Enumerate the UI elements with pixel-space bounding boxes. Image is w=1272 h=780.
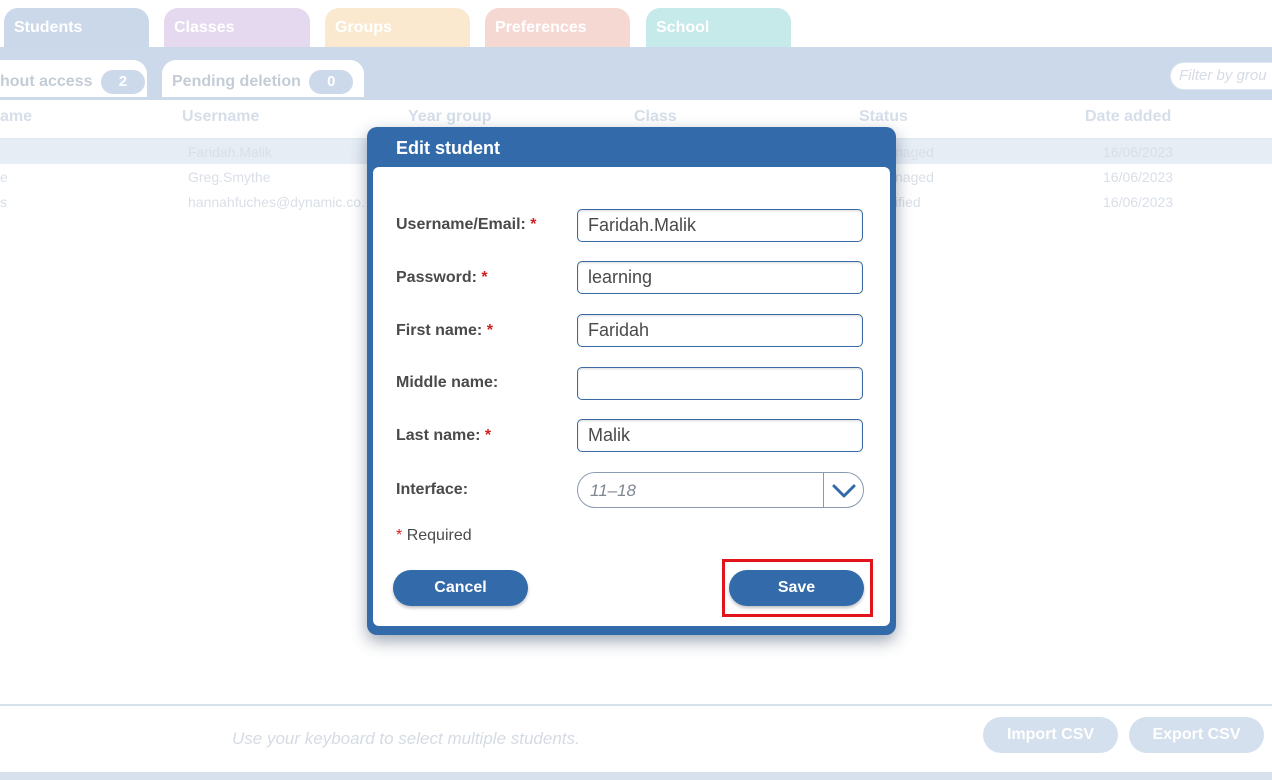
cell-date: 16/06/2023 [1103, 194, 1174, 210]
cell-status: naged [895, 144, 934, 160]
interface-select[interactable]: 11–18 [577, 472, 864, 508]
password-input[interactable] [577, 261, 863, 294]
middle-name-input[interactable] [577, 367, 863, 400]
keyboard-hint: Use your keyboard to select multiple stu… [232, 729, 580, 748]
password-label: Password: * [396, 269, 488, 287]
cell-status: ified [895, 194, 921, 210]
save-button-highlight [722, 559, 873, 617]
tab-groups[interactable]: Groups [325, 8, 470, 48]
filter-input[interactable]: Filter by grou [1170, 62, 1272, 90]
required-asterisk: * [396, 527, 403, 544]
column-header-class[interactable]: Class [634, 108, 677, 126]
first-name-label: First name: * [396, 322, 493, 340]
column-header-date-added[interactable]: Date added [1085, 108, 1171, 126]
count-badge: 2 [100, 70, 145, 94]
required-note: * Required [396, 527, 472, 545]
interface-label: Interface: [396, 481, 469, 498]
import-csv-button[interactable]: Import CSV [983, 717, 1118, 753]
cell-status: naged [895, 169, 934, 185]
dialog-title: Edit student [396, 138, 500, 158]
middle-name-label-text: Middle name: [396, 374, 499, 391]
subtab-label: hout access [0, 73, 93, 90]
column-header-year-group[interactable]: Year group [408, 108, 492, 126]
required-asterisk: * [486, 322, 493, 339]
cell-username: Greg.Smythe [188, 169, 271, 185]
column-header-username[interactable]: Username [182, 108, 259, 126]
interface-selected-value: 11–18 [590, 481, 637, 500]
subtab-without-access[interactable]: hout access 2 [0, 60, 147, 97]
required-asterisk: * [530, 216, 537, 233]
footer-divider [0, 704, 1272, 706]
cell-name: e [0, 169, 8, 185]
bottom-strip [0, 772, 1272, 780]
cell-date: 16/06/2023 [1103, 169, 1174, 185]
last-name-input[interactable] [577, 419, 863, 452]
required-asterisk: * [484, 427, 492, 444]
middle-name-label: Middle name: [396, 374, 498, 392]
column-header-status[interactable]: Status [859, 108, 908, 126]
tab-preferences[interactable]: Preferences [485, 8, 630, 48]
dialog-body: Username/Email: * Password: * First name… [373, 167, 890, 626]
required-note-text: Required [406, 527, 472, 544]
cell-username: hannahfuches@dynamic.co. [188, 194, 365, 210]
subtab-label: Pending deletion [172, 73, 301, 90]
column-header-name[interactable]: ame [0, 108, 32, 126]
required-asterisk: * [481, 269, 488, 286]
chevron-down-icon[interactable] [823, 473, 863, 507]
cell-username: Faridah.Malik [188, 144, 273, 160]
username-label-text: Username/Email: [396, 216, 526, 233]
subtab-pending-deletion[interactable]: Pending deletion 0 [162, 60, 364, 97]
cell-name: s [0, 194, 7, 210]
cancel-button[interactable]: Cancel [393, 570, 528, 606]
tab-classes[interactable]: Classes [164, 8, 310, 48]
cell-date: 16/06/2023 [1103, 144, 1174, 160]
username-label: Username/Email: * [396, 216, 537, 234]
tab-students[interactable]: Students [4, 8, 149, 48]
first-name-label-text: First name: [396, 322, 483, 339]
last-name-label-text: Last name: [396, 427, 481, 444]
password-label-text: Password: [396, 269, 477, 286]
export-csv-button[interactable]: Export CSV [1129, 717, 1264, 753]
first-name-input[interactable] [577, 314, 863, 347]
count-badge: 0 [309, 70, 354, 94]
tab-school[interactable]: School [646, 8, 791, 48]
username-email-input[interactable] [577, 209, 863, 242]
last-name-label: Last name: * [396, 427, 491, 445]
